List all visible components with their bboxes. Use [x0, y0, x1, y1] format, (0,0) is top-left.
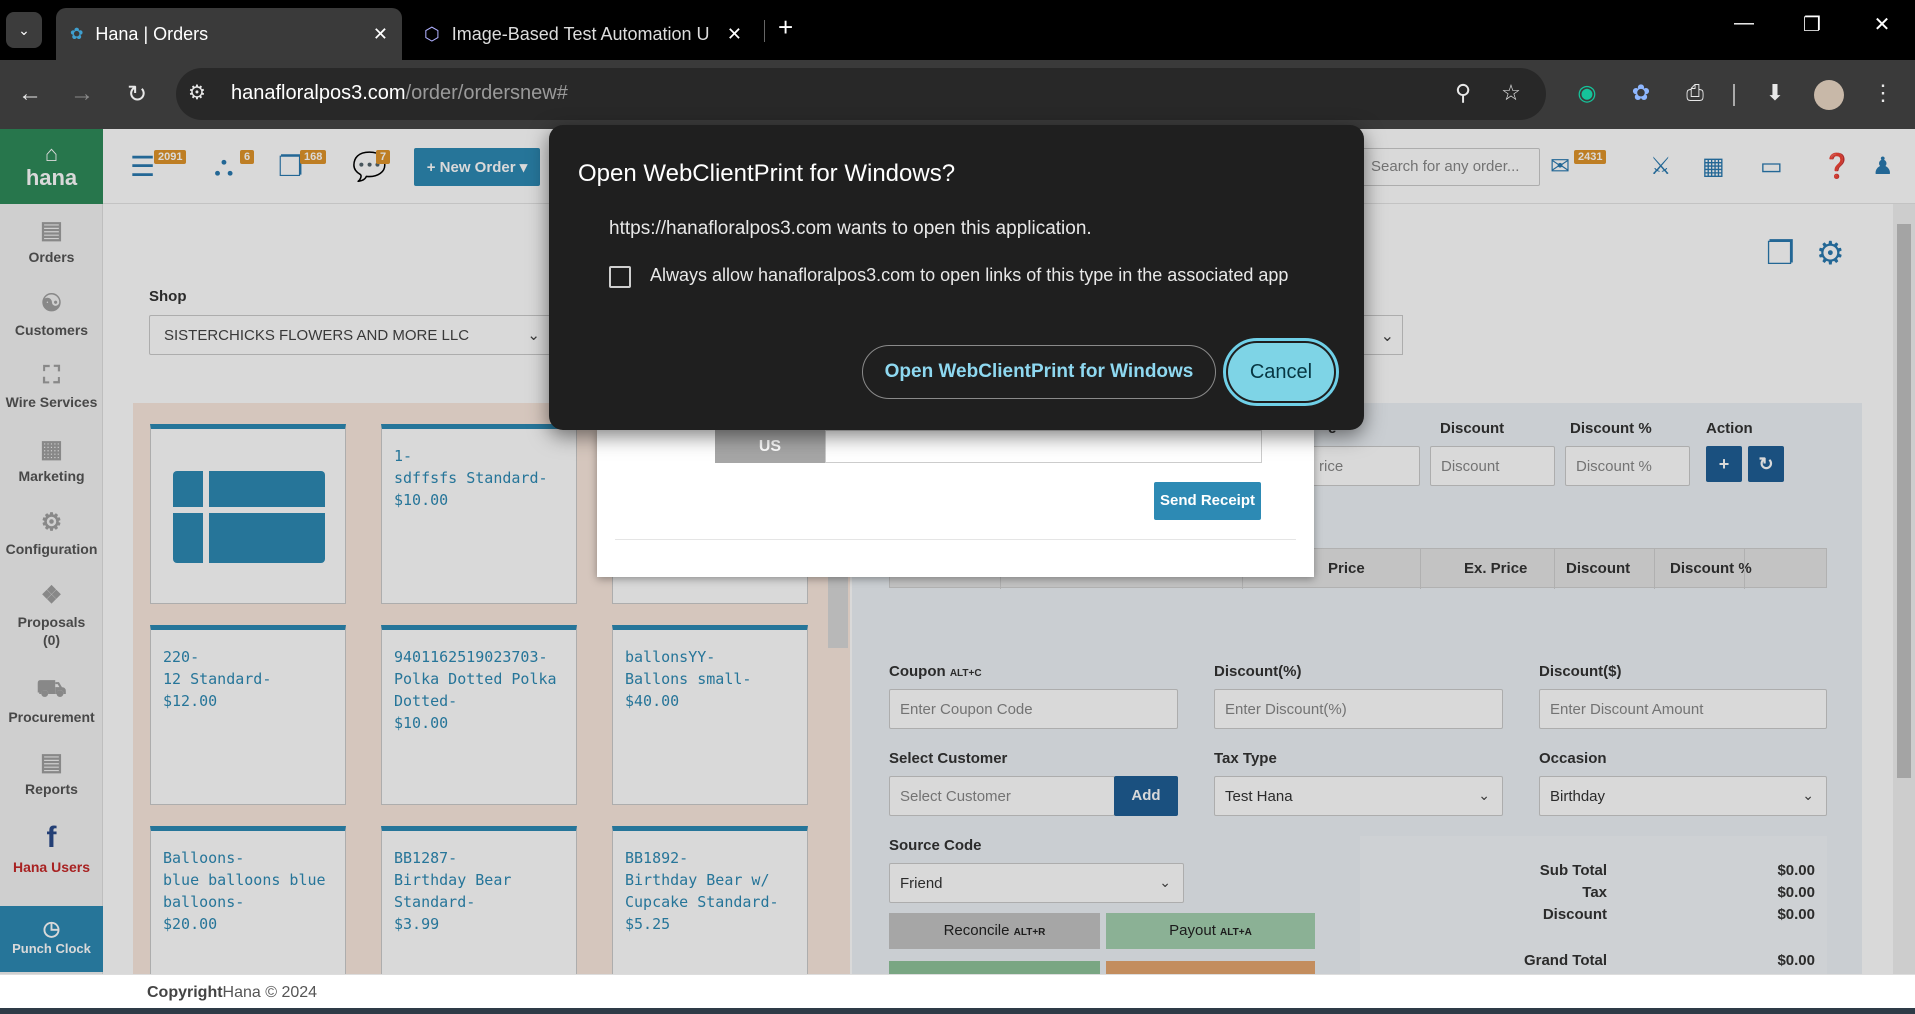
- chevron-down-icon: ⌄: [18, 21, 30, 38]
- hexagon-favicon-icon: ⬡: [424, 23, 440, 44]
- profile-avatar[interactable]: [1814, 80, 1844, 110]
- tab-title: Hana | Orders: [95, 23, 209, 44]
- bookmark-star-icon[interactable]: ☆: [1496, 80, 1526, 106]
- tab-title: Image-Based Test Automation U: [451, 23, 710, 44]
- send-receipt-button[interactable]: Send Receipt: [1154, 482, 1261, 520]
- more-menu-icon[interactable]: ⋮: [1868, 80, 1898, 106]
- back-icon[interactable]: ←: [14, 80, 46, 108]
- receipt-phone-input[interactable]: [825, 430, 1262, 463]
- dialog-message: https://hanafloralpos3.com wants to open…: [609, 218, 1092, 239]
- close-icon[interactable]: ✕: [727, 24, 742, 45]
- extensions-puzzle-icon[interactable]: ⎙: [1680, 80, 1710, 106]
- grammarly-icon[interactable]: ◉: [1572, 80, 1602, 106]
- divider: [615, 539, 1296, 540]
- tab-hana-orders[interactable]: ✿ Hana | Orders ✕: [56, 8, 402, 60]
- cancel-button[interactable]: Cancel: [1228, 343, 1334, 401]
- window-close-icon[interactable]: ✕: [1862, 12, 1902, 37]
- close-icon[interactable]: ✕: [373, 24, 388, 45]
- zoom-icon[interactable]: ⚲: [1448, 80, 1478, 106]
- open-app-button[interactable]: Open WebClientPrint for Windows: [862, 345, 1216, 399]
- bottom-strip: [0, 1008, 1915, 1014]
- country-code[interactable]: US: [715, 430, 825, 463]
- minimize-icon[interactable]: —: [1724, 12, 1764, 35]
- dialog-title: Open WebClientPrint for Windows?: [578, 160, 956, 187]
- copyright-text: Hana © 2024: [222, 984, 318, 1001]
- always-allow-checkbox[interactable]: [609, 266, 631, 288]
- url-host: hanafloralpos3.com: [231, 82, 406, 104]
- url-text[interactable]: hanafloralpos3.com/order/ordersnew#: [231, 82, 568, 105]
- reload-icon[interactable]: ↻: [121, 80, 153, 109]
- forward-icon[interactable]: →: [66, 80, 98, 108]
- tab-divider: [764, 20, 765, 42]
- hana-favicon-icon: ✿: [70, 26, 84, 43]
- site-settings-icon[interactable]: ⚙: [188, 80, 206, 105]
- extension-feather-icon[interactable]: ✿: [1626, 80, 1656, 106]
- new-tab-icon[interactable]: +: [778, 12, 793, 43]
- restore-icon[interactable]: ❐: [1792, 12, 1832, 37]
- download-icon[interactable]: ⬇: [1760, 80, 1790, 106]
- copyright-label: Copyright: [147, 984, 223, 1001]
- url-path: /order/ordersnew#: [405, 82, 568, 104]
- tab-search-button[interactable]: ⌄: [6, 12, 42, 48]
- always-allow-label[interactable]: Always allow hanafloralpos3.com to open …: [650, 265, 1288, 286]
- tab-image-based-test[interactable]: ⬡ Image-Based Test Automation U ✕: [410, 8, 756, 60]
- toolbar-divider: [1733, 84, 1735, 106]
